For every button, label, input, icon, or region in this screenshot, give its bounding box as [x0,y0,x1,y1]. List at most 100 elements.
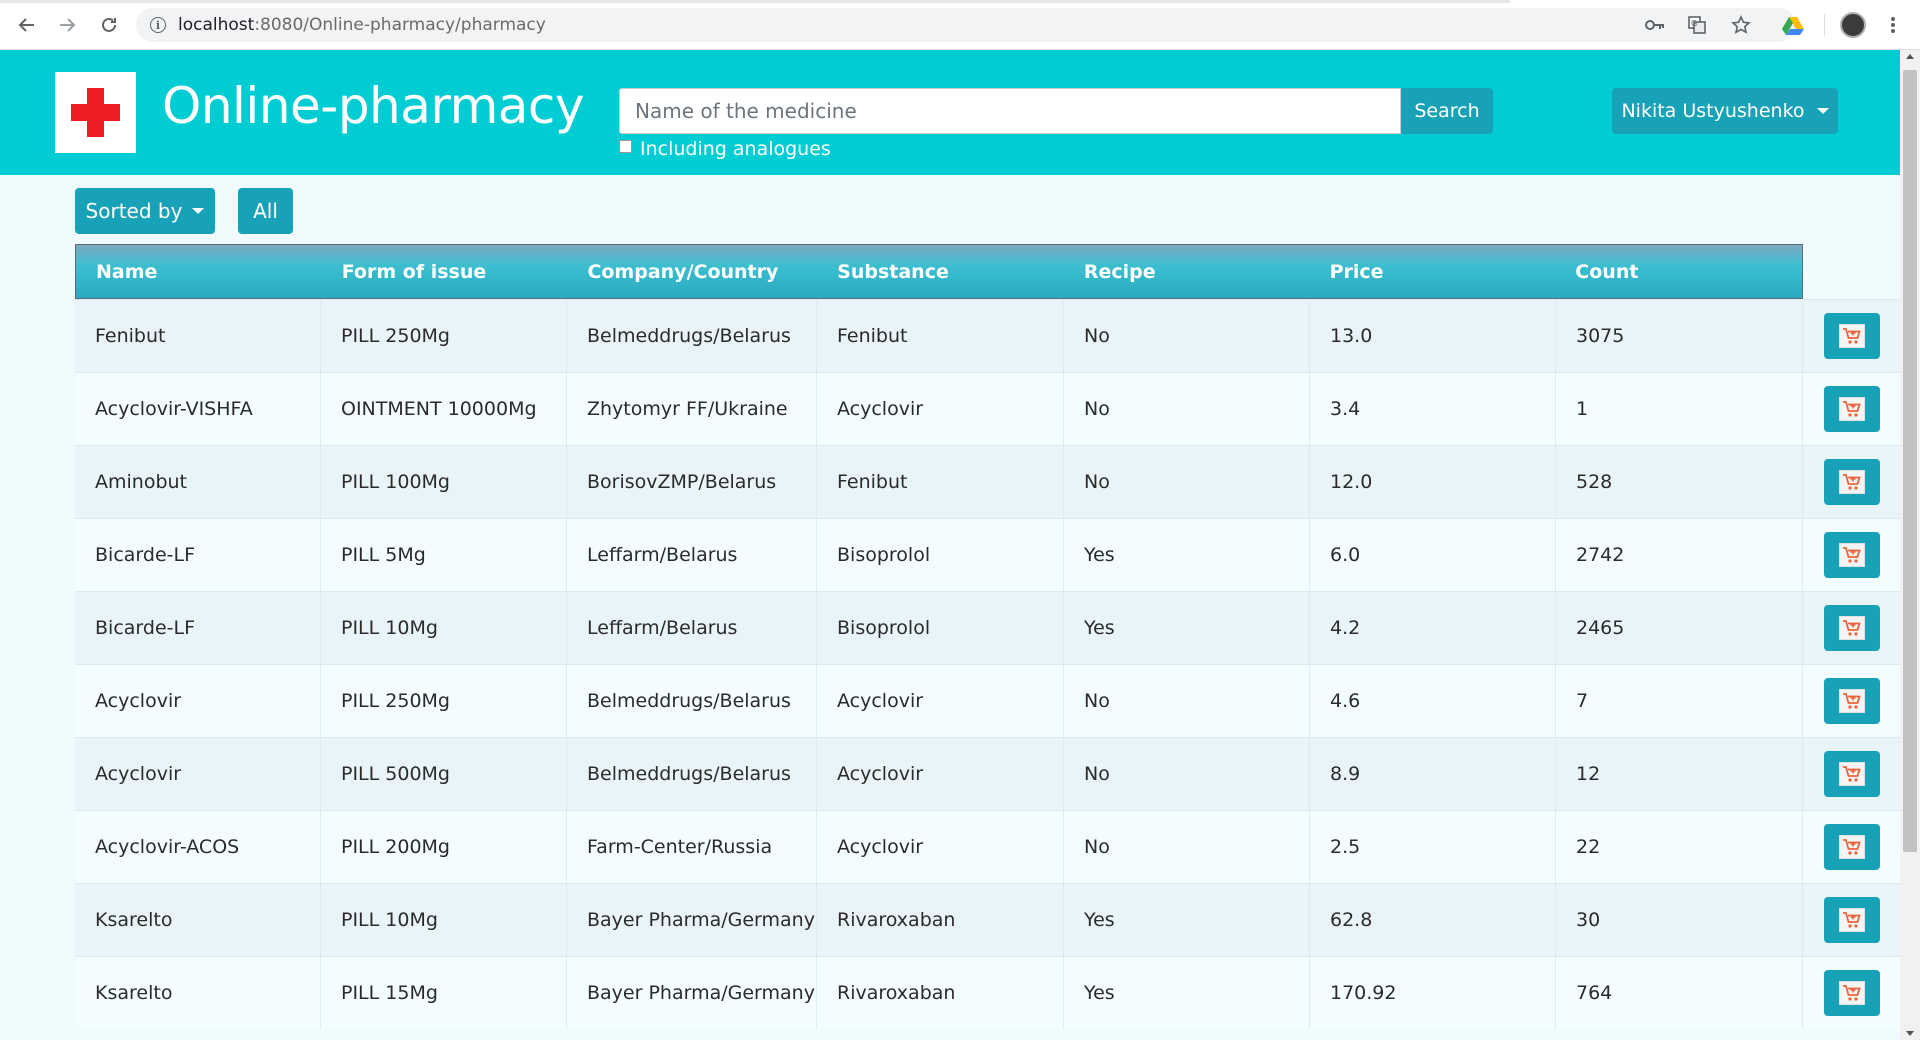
cell-count: 764 [1556,957,1803,1029]
search-button[interactable]: Search [1401,88,1493,134]
user-menu-button[interactable]: Nikita Ustyushenko [1612,88,1838,134]
brand-title[interactable]: Online-pharmacy [162,77,585,135]
column-header-price[interactable]: Price [1310,245,1556,298]
cell-form: OINTMENT 10000Mg [321,373,567,445]
cell-action [1803,811,1900,883]
cell-count: 528 [1556,446,1803,518]
cell-substance: Fenibut [817,446,1064,518]
star-icon[interactable] [1728,12,1754,38]
add-to-cart-button[interactable] [1823,824,1880,870]
cell-action [1803,373,1900,445]
table-body: Fenibut PILL 250Mg Belmeddrugs/Belarus Feni… [75,299,1900,1029]
url-text[interactable]: localhost:8080/Online-pharmacy/pharmacy [178,15,546,35]
cell-count: 22 [1556,811,1803,883]
translate-icon[interactable]: G [1684,12,1710,38]
scroll-down-icon[interactable] [1906,1031,1914,1036]
back-icon[interactable] [14,12,40,38]
red-cross-icon-bar [71,104,120,121]
add-to-cart-button[interactable] [1823,751,1880,797]
cell-recipe: Yes [1064,884,1310,956]
cell-action [1803,738,1900,810]
cell-recipe: No [1064,373,1310,445]
svg-text:G: G [1691,19,1697,28]
cell-substance: Rivaroxaban [817,957,1064,1029]
cell-action [1803,665,1900,737]
cell-company: Farm-Center/Russia [567,811,817,883]
cell-count: 2742 [1556,519,1803,591]
cell-price: 13.0 [1310,300,1556,372]
add-to-cart-button[interactable] [1823,605,1880,651]
cell-company: Zhytomyr FF/Ukraine [567,373,817,445]
scroll-up-icon[interactable] [1906,54,1914,59]
add-to-cart-button[interactable] [1823,532,1880,578]
cell-price: 12.0 [1310,446,1556,518]
cell-company: Leffarm/Belarus [567,592,817,664]
cell-company: Bayer Pharma/Germany [567,957,817,1029]
table-row: Acyclovir PILL 250Mg Belmeddrugs/Belarus Ac… [75,664,1900,737]
sorted-by-dropdown[interactable]: Sorted by [75,188,215,234]
table-row: Fenibut PILL 250Mg Belmeddrugs/Belarus Feni… [75,299,1900,372]
cell-action [1803,519,1900,591]
cart-plus-icon [1838,835,1865,859]
app-header: Online-pharmacy Search Including analogu… [0,50,1900,175]
cell-substance: Rivaroxaban [817,884,1064,956]
add-to-cart-button[interactable] [1823,678,1880,724]
user-name: Nikita Ustyushenko [1621,100,1805,122]
cell-action [1803,884,1900,956]
cart-plus-icon [1838,908,1865,932]
drive-icon[interactable] [1780,12,1806,38]
cell-recipe: No [1064,665,1310,737]
reload-icon[interactable] [96,12,122,38]
menu-icon[interactable] [1880,12,1906,38]
cell-recipe: Yes [1064,592,1310,664]
cell-name: Ksarelto [75,957,321,1029]
cell-form: PILL 250Mg [321,665,567,737]
page-scrollbar[interactable] [1900,50,1920,1040]
cell-recipe: Yes [1064,957,1310,1029]
cell-company: Belmeddrugs/Belarus [567,665,817,737]
table-row: Acyclovir-VISHFA OINTMENT 10000Mg Zhytomyr… [75,372,1900,445]
add-to-cart-button[interactable] [1823,897,1880,943]
browser-toolbar: i localhost:8080/Online-pharmacy/pharmac… [0,0,1920,50]
cell-action [1803,446,1900,518]
search-input[interactable] [619,88,1401,134]
column-header-form[interactable]: Form of issue [322,245,568,298]
pharmacy-logo[interactable] [55,72,136,153]
forward-icon[interactable] [54,12,80,38]
add-to-cart-button[interactable] [1823,459,1880,505]
info-icon[interactable]: i [150,17,166,33]
scroll-thumb[interactable] [1903,70,1917,852]
cell-price: 62.8 [1310,884,1556,956]
cell-form: PILL 100Mg [321,446,567,518]
cell-form: PILL 200Mg [321,811,567,883]
column-header-count[interactable]: Count [1555,245,1802,298]
cell-name: Acyclovir-ACOS [75,811,321,883]
table-row: Acyclovir-ACOS PILL 200Mg Farm-Center/Russ… [75,810,1900,883]
cell-action [1803,957,1900,1029]
add-to-cart-button[interactable] [1823,386,1880,432]
column-header-recipe[interactable]: Recipe [1064,245,1310,298]
column-header-company[interactable]: Company/Country [567,245,817,298]
address-bar[interactable]: i localhost:8080/Online-pharmacy/pharmac… [136,8,1796,42]
cell-form: PILL 10Mg [321,592,567,664]
caret-down-icon [1816,108,1829,114]
cell-substance: Acyclovir [817,665,1064,737]
add-to-cart-button[interactable] [1823,313,1880,359]
caret-down-icon [192,208,205,214]
analogues-option[interactable]: Including analogues [619,138,831,160]
cell-name: Aminobut [75,446,321,518]
cell-form: PILL 15Mg [321,957,567,1029]
all-button[interactable]: All [238,188,293,234]
column-header-substance[interactable]: Substance [817,245,1064,298]
cell-name: Acyclovir [75,665,321,737]
cell-count: 7 [1556,665,1803,737]
add-to-cart-button[interactable] [1823,970,1880,1016]
analogues-checkbox[interactable] [619,139,632,153]
cell-name: Bicarde-LF [75,519,321,591]
cart-plus-icon [1838,616,1865,640]
column-header-name[interactable]: Name [76,245,322,298]
avatar[interactable] [1840,12,1866,38]
key-icon[interactable] [1642,12,1668,38]
cell-substance: Bisoprolol [817,519,1064,591]
cart-plus-icon [1838,981,1865,1005]
